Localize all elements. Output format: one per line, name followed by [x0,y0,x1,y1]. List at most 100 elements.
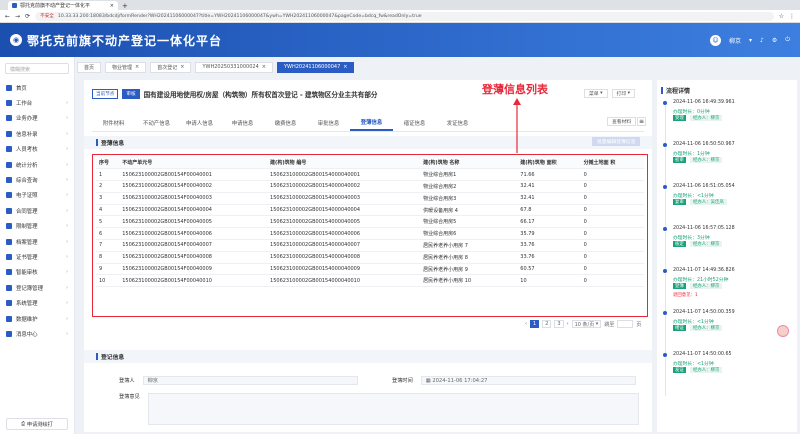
sidebar-item-label: 数据维护 [16,316,38,323]
form-tab[interactable]: 附件材料 [92,114,135,131]
close-icon[interactable]: × [180,64,184,70]
form-tab[interactable]: 申请人信息 [178,114,221,131]
sidebar-item[interactable]: 业务办理 › [0,111,74,126]
list-icon[interactable]: ≡ [637,117,646,126]
star-icon[interactable]: ☆ [779,13,784,20]
reg-person-label: 登簿人 [119,378,135,384]
page-size-select[interactable]: 10 条/页 ▾ [571,320,602,328]
sidebar-item[interactable]: 统计分析 › [0,157,74,172]
timeline-dot [663,143,667,147]
table-cell: 0 [580,168,644,182]
next-page-icon[interactable]: › [567,321,569,327]
sidebar-item[interactable]: 证书管理 › [0,249,74,264]
page-tab[interactable]: 首次登记 × [150,61,192,73]
bell-icon[interactable]: ♪ [760,37,764,44]
menu-icon [6,223,12,230]
sidebar-item[interactable]: 综合查询 › [0,172,74,187]
table-row[interactable]: 7 150623100002GB00154F00040007 15062310000… [96,239,644,252]
sidebar-item[interactable]: 限制管理 › [0,219,74,234]
table-row[interactable]: 1 150623100002GB00154F00040001 15062310000… [96,168,644,182]
sidebar-item[interactable]: 人员考核 › [0,142,74,157]
sidebar-item[interactable]: 数据维护 › [0,311,74,326]
form-tab[interactable]: 申请信息 [221,114,264,131]
node-tag: 当前节点 [92,89,119,99]
sidebar-item[interactable]: 合同管理 › [0,203,74,218]
menu-icon [6,100,12,107]
print-button[interactable]: 打印 ▾ [611,89,636,98]
url-field[interactable]: 不安全 10.33.33.200:18083/bdcdj/formRender?… [35,11,774,21]
timeline-item: 2024-11-06 16:57:05.128 办理时长：3分钟 核定 经办人：柳京 [663,226,791,270]
timeline-item: 2024-11-06 16:49:39.961 办理时长：0分钟 受理 经办人：柳京 [663,100,791,144]
chevron-down-icon[interactable]: ▾ [749,37,752,44]
logout-icon[interactable]: ⏻ [785,36,790,44]
close-icon[interactable]: × [262,64,266,70]
table-row[interactable]: 4 150623100002GB00154F00040004 15062310000… [96,204,644,217]
table-row[interactable]: 6 150623100002GB00154F00040006 15062310000… [96,227,644,241]
security-status[interactable]: 不安全 [40,13,54,19]
timeline-line [664,232,666,270]
forward-icon[interactable]: → [15,13,20,20]
form-tab[interactable]: 缴费信息 [264,114,307,131]
sidebar-item-label: 首页 [16,85,27,92]
sidebar-item[interactable]: 智能审核 › [0,265,74,280]
table-row[interactable]: 3 150623100002GB00154F00040003 15062310000… [96,192,644,205]
table-cell: 6 [96,227,120,241]
column-header: 序号 [96,157,120,170]
table-row[interactable]: 9 150623100002GB00154F00040009 15062310000… [96,263,644,276]
view-material-button[interactable]: 查看材料 [607,117,637,126]
new-tab-icon[interactable]: + [122,2,128,10]
annotation-label: 登薄信息列表 [482,83,548,96]
page-number[interactable]: 1 [530,320,540,328]
browser-tab[interactable]: 鄂托克前旗不动产登记一体化平 × [8,1,118,10]
sidebar-item[interactable]: 首页 [0,80,74,95]
table-row[interactable]: 10 150623100002GB00154F00040010 1506231000… [96,274,644,288]
reload-icon[interactable]: ⟳ [25,13,30,20]
sidebar-item[interactable]: 系统管理 › [0,295,74,310]
page-number[interactable]: 3 [554,320,564,328]
sidebar-item[interactable]: 电子证照 › [0,188,74,203]
sidebar-item[interactable]: 信息补录 › [0,126,74,141]
page-tab[interactable]: 首页 [77,61,102,73]
sidebar-item[interactable]: 工作台 › [0,95,74,110]
avatar[interactable]: ☺ [709,34,721,46]
app-header: ◉ 鄂托克前旗不动产登记一体化平台 ☺ 柳京 ▾ ♪ ⚙ ⏻ [0,23,800,57]
sidebar-item[interactable]: 档案管理 › [0,234,74,249]
sidebar-search-input[interactable]: 模糊搜索 [5,63,69,74]
goto-input[interactable] [617,320,634,328]
table-row[interactable]: 2 150623100002GB00154F00040002 15062310000… [96,180,644,193]
chat-avatar-icon[interactable] [777,325,789,337]
sidebar-item[interactable]: 登记簿管理 › [0,280,74,295]
opinion-row: 登簿意见 [119,393,639,425]
menu-dots-icon[interactable]: ⋮ [789,13,795,20]
table-row[interactable]: 8 150623100002GB00154F00040008 15062310000… [96,251,644,264]
pagination: ‹ 123 › 10 条/页 ▾ 跳至 页 [525,320,641,328]
close-icon[interactable]: × [135,64,139,70]
page-number[interactable]: 2 [542,320,552,328]
menu-button[interactable]: 菜单 ▾ [584,89,608,98]
opinion-textarea[interactable] [147,393,639,425]
form-tab[interactable]: 缮证信息 [393,114,436,131]
close-icon[interactable]: × [110,3,114,9]
page-tab[interactable]: YWH20250331000024 × [195,61,273,73]
form-tab[interactable]: 发证信息 [436,114,479,131]
close-icon[interactable]: × [343,64,347,70]
form-tab[interactable]: 登薄信息 [350,114,393,131]
table-row[interactable]: 5 150623100002GB00154F00040005 15062310000… [96,215,644,229]
batch-edit-button[interactable]: 批量编辑登簿信息 [592,137,641,146]
sidebar-item[interactable]: 消息中心 › [0,326,74,341]
page-tab-label: 物业管理 [112,64,133,71]
reg-time-input[interactable]: ▦ 2024-11-06 17:04:27 [420,376,636,385]
page-tab[interactable]: YWH20241106000047 × [276,61,355,73]
timeline-duration: 办理时长：3分钟 [673,236,710,241]
sidebar-bottom-button[interactable]: ⎙ 申请测绘打 [6,418,68,430]
back-icon[interactable]: ← [5,13,10,20]
user-name[interactable]: 柳京 [729,36,741,45]
table-cell: 8 [96,251,120,264]
reg-person-input[interactable]: 柳京 [142,376,358,385]
prev-page-icon[interactable]: ‹ [525,321,527,327]
page-tab[interactable]: 物业管理 × [105,61,147,73]
form-tab[interactable]: 不动产信息 [135,114,178,131]
form-tab[interactable]: 审批信息 [307,114,350,131]
table-cell: 67.8 [517,204,581,217]
settings-icon[interactable]: ⚙ [772,37,777,44]
